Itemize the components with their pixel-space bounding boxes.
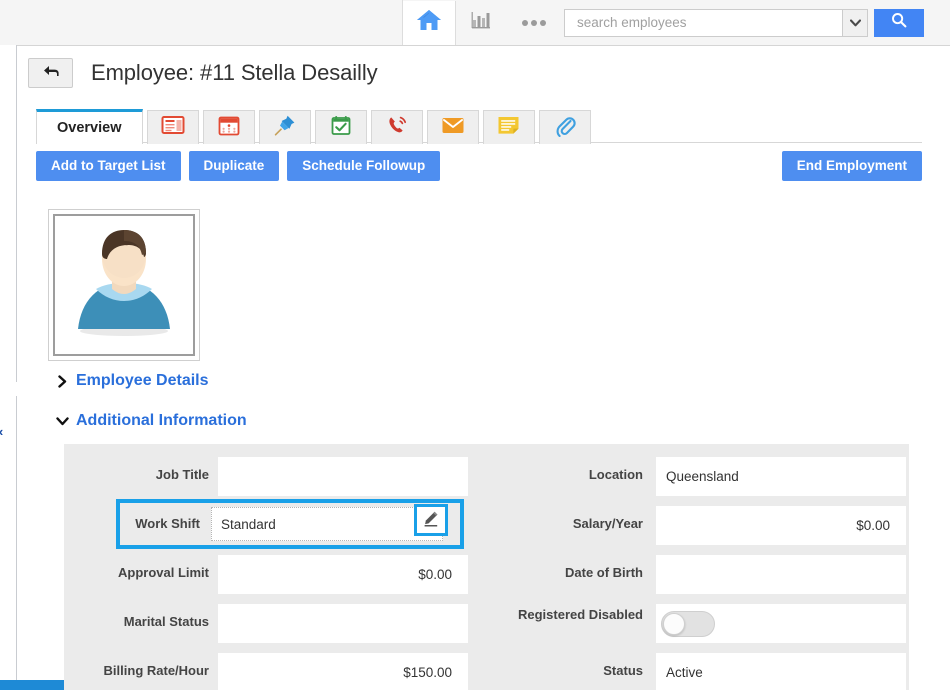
field-approval-limit: Approval Limit $0.00 [64, 555, 468, 604]
tab-emails[interactable] [426, 110, 479, 144]
news-icon [161, 115, 185, 140]
chevron-down-icon [54, 416, 70, 426]
duplicate-button[interactable]: Duplicate [188, 151, 280, 181]
field-job-title-label: Job Title [155, 467, 209, 482]
field-date-of-birth-value[interactable] [656, 555, 906, 594]
bar-chart-icon [470, 9, 492, 36]
calendar-check-icon [330, 115, 352, 141]
field-salary-year-value[interactable]: $0.00 [656, 506, 906, 545]
field-salary-year-label: Salary/Year [572, 516, 643, 531]
tab-news[interactable] [146, 110, 199, 144]
tab-overview[interactable]: Overview [36, 109, 143, 144]
toggle-knob [663, 612, 685, 635]
field-date-of-birth: Date of Birth [508, 555, 906, 604]
field-job-title-value[interactable] [218, 457, 468, 496]
end-employment-button[interactable]: End Employment [781, 151, 922, 181]
field-location-label: Location [588, 467, 643, 482]
pencil-edit-icon [422, 510, 440, 531]
field-status: Status Active [508, 653, 906, 690]
home-icon [416, 8, 442, 37]
search-icon [891, 12, 907, 33]
section-employee-details-label: Employee Details [76, 372, 209, 389]
more-dots-icon [522, 19, 546, 26]
left-rail-gap [0, 382, 17, 396]
top-navigation-bar [0, 0, 950, 46]
employee-detail-page: « Employee: #11 Stella Desailly Overview [0, 0, 950, 690]
field-date-of-birth-label: Date of Birth [565, 565, 643, 580]
field-registered-disabled-value [656, 604, 906, 643]
column-gap [468, 506, 508, 555]
form-row: Approval Limit $0.00 Date of Birth [64, 555, 909, 604]
field-registered-disabled: Registered Disabled [508, 604, 906, 653]
search-input-wrapper[interactable] [564, 8, 842, 37]
search-submit-button[interactable] [874, 8, 924, 37]
chevron-right-icon [54, 374, 70, 388]
tab-attachments[interactable] [538, 110, 591, 144]
field-work-shift-label: Work Shift [135, 516, 200, 531]
column-gap [468, 555, 508, 604]
field-marital-status: Marital Status [64, 604, 468, 653]
action-button-group: Add to Target List Duplicate Schedule Fo… [36, 151, 441, 181]
tab-overview-label: Overview [57, 120, 122, 136]
left-rail-lower [0, 398, 17, 690]
tab-pinned[interactable] [258, 110, 311, 144]
chevron-down-icon [849, 14, 861, 32]
field-marital-status-label: Marital Status [123, 614, 209, 629]
paperclip-icon [554, 114, 576, 142]
schedule-followup-button[interactable]: Schedule Followup [287, 151, 441, 181]
form-row: Billing Rate/Hour $150.00 Status Active [64, 653, 909, 690]
field-work-shift-value[interactable]: Standard [211, 504, 448, 541]
phone-call-icon [386, 114, 408, 141]
topbar-left-spacer [0, 0, 403, 45]
tab-calendar[interactable] [202, 110, 255, 144]
search-area [564, 8, 924, 37]
section-additional-information[interactable]: Additional Information [54, 412, 247, 430]
field-approval-limit-value[interactable]: $0.00 [218, 555, 468, 594]
tab-calls[interactable] [370, 110, 423, 144]
field-status-value[interactable]: Active [656, 653, 906, 690]
home-button[interactable] [403, 0, 456, 45]
tab-bar: Overview [36, 108, 595, 144]
reports-button[interactable] [456, 1, 506, 45]
back-button[interactable] [28, 58, 73, 88]
field-work-shift-text: Standard [221, 516, 276, 532]
pushpin-icon [273, 113, 297, 142]
search-scope-dropdown[interactable] [842, 8, 868, 37]
field-location: Location Queensland [508, 457, 906, 506]
field-approval-limit-label: Approval Limit [117, 565, 209, 580]
back-arrow-icon [42, 64, 60, 83]
field-salary-year: Salary/Year $0.00 [508, 506, 906, 555]
avatar [48, 209, 200, 361]
field-work-shift-highlighted: Work Shift Standard [116, 499, 464, 549]
envelope-icon [441, 116, 465, 140]
field-billing-rate-hour: Billing Rate/Hour $150.00 [64, 653, 468, 690]
page-title: Employee: #11 Stella Desailly [91, 60, 378, 85]
note-icon [497, 115, 520, 140]
column-gap [468, 653, 508, 690]
add-to-target-list-button[interactable]: Add to Target List [36, 151, 181, 181]
field-status-label: Status [603, 663, 643, 678]
field-marital-status-value[interactable] [218, 604, 468, 643]
section-additional-information-label: Additional Information [76, 412, 247, 429]
tab-notes[interactable] [482, 110, 535, 144]
tab-tasks[interactable] [314, 110, 367, 144]
collapse-left-icon[interactable]: « [0, 424, 10, 440]
form-row: Marital Status Registered Disabled [64, 604, 909, 653]
search-input[interactable] [575, 14, 832, 31]
calendar-icon [218, 115, 240, 141]
employee-avatar-icon [62, 221, 186, 350]
column-gap [468, 604, 508, 653]
page-header: Employee: #11 Stella Desailly [28, 58, 378, 88]
field-location-value[interactable]: Queensland [656, 457, 906, 496]
more-menu-button[interactable] [506, 1, 562, 45]
registered-disabled-toggle[interactable] [661, 610, 715, 637]
field-registered-disabled-label: Registered Disabled [518, 607, 643, 622]
column-gap [468, 457, 508, 506]
additional-information-form: Job Title Location Queensland Work Shift… [64, 444, 909, 690]
field-billing-rate-hour-label: Billing Rate/Hour [103, 663, 209, 678]
avatar-inner-frame [53, 214, 195, 356]
field-billing-rate-hour-value[interactable]: $150.00 [218, 653, 468, 690]
work-shift-edit-button[interactable] [414, 504, 448, 536]
section-employee-details[interactable]: Employee Details [54, 372, 209, 390]
